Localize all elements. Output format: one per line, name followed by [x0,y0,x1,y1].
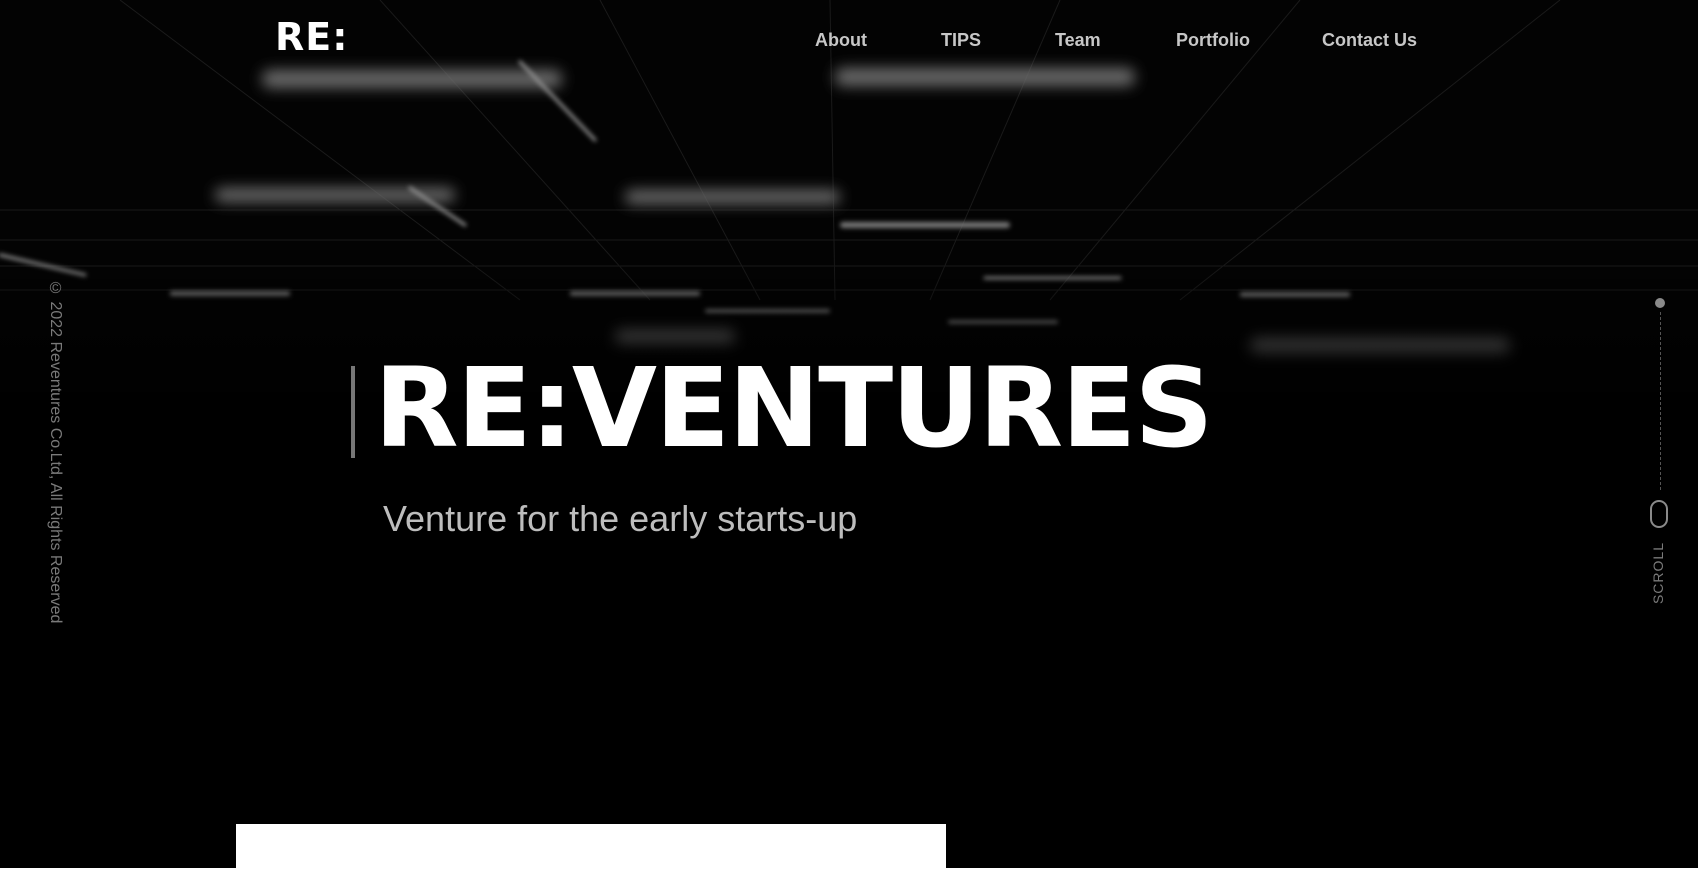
hero-subtitle: Venture for the early starts-up [383,498,858,539]
scroll-label: SCROLL [1650,542,1666,605]
copyright-text: © 2022 Reventures Co.Ltd, All Rights Res… [47,280,64,624]
nav-about[interactable]: About [815,30,867,51]
content-card [236,824,946,868]
nav-tips[interactable]: TIPS [941,30,981,51]
main-nav: About TIPS Team Portfolio Contact Us [0,30,1698,54]
scroll-indicator[interactable]: SCROLL [1645,294,1675,604]
mouse-icon [1650,500,1668,528]
nav-contact-us[interactable]: Contact Us [1322,30,1417,51]
hero-title: RE:VENTURES [374,344,1214,472]
nav-portfolio[interactable]: Portfolio [1176,30,1250,51]
nav-team[interactable]: Team [1055,30,1101,51]
title-accent-bar [351,366,355,458]
hero-section: RE: About TIPS Team Portfolio Contact Us… [0,0,1698,868]
scroll-progress-dot [1655,298,1665,308]
scroll-track [1660,312,1661,490]
